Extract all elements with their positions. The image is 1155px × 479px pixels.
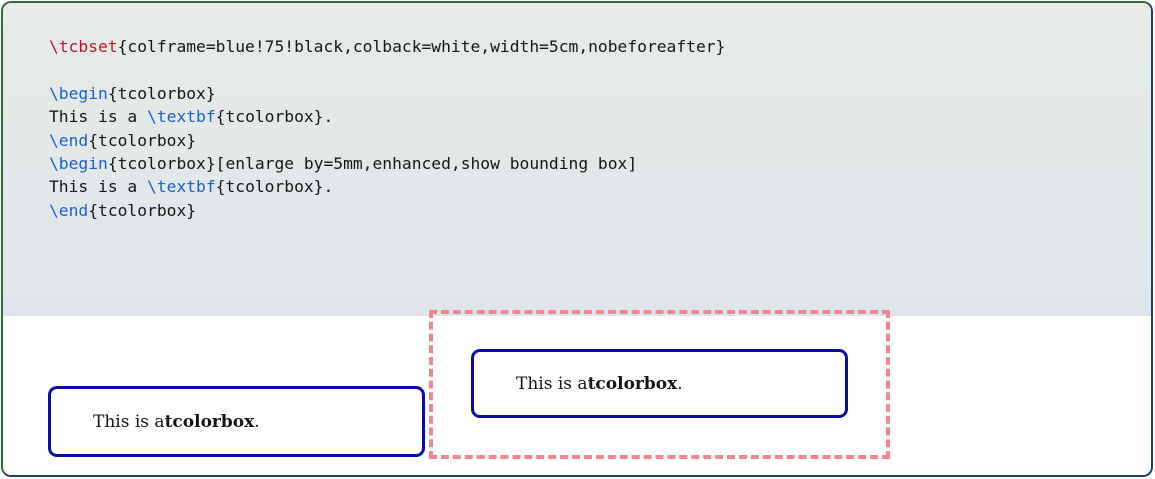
- code-listing-panel: \tcbset{colframe=blue!75!black,colback=w…: [3, 3, 1151, 316]
- latex-code-listing: \tcbset{colframe=blue!75!black,colback=w…: [49, 35, 725, 222]
- code-line: This is a \textbf{tcolorbox}.: [49, 105, 725, 128]
- code-line: This is a \textbf{tcolorbox}.: [49, 175, 725, 198]
- code-text: {tcolorbox}: [107, 83, 216, 103]
- code-text: {colframe=blue!75!black,colback=white,wi…: [117, 37, 726, 56]
- code-line: \begin{tcolorbox}[enlarge by=5mm,enhance…: [49, 152, 725, 175]
- code-keyword: \textbf: [147, 107, 216, 127]
- code-keyword: \begin: [49, 153, 108, 173]
- code-keyword: \tcbset: [49, 37, 118, 56]
- code-line: \end{tcolorbox}: [49, 199, 725, 222]
- code-text: {tcolorbox}[enlarge by=5mm,enhanced,show…: [107, 153, 638, 173]
- code-text: {tcolorbox}: [88, 200, 197, 220]
- code-keyword: \end: [49, 200, 89, 220]
- box2-prefix: This is a: [516, 373, 588, 394]
- code-line: \tcbset{colframe=blue!75!black,colback=w…: [49, 35, 725, 58]
- code-text: {tcolorbox}.: [215, 107, 334, 127]
- tcolorbox-enlarged: This is a tcolorbox.: [471, 349, 848, 418]
- tcolorbox-enlarged-text: This is a tcolorbox.: [516, 352, 683, 415]
- code-text: {tcolorbox}: [88, 130, 197, 150]
- code-text: This is a: [49, 107, 148, 127]
- tcolorbox-plain-text: This is a tcolorbox.: [93, 389, 260, 454]
- code-keyword: \end: [49, 130, 89, 150]
- box1-suffix: .: [254, 411, 260, 432]
- code-line: \end{tcolorbox}: [49, 129, 725, 152]
- box2-bold: tcolorbox: [587, 373, 678, 394]
- code-text: This is a: [49, 177, 148, 197]
- box2-suffix: .: [677, 373, 683, 394]
- code-line: \begin{tcolorbox}: [49, 82, 725, 105]
- code-keyword: \textbf: [147, 177, 216, 197]
- code-keyword: \begin: [49, 83, 108, 103]
- code-text: {tcolorbox}.: [215, 177, 334, 197]
- box1-prefix: This is a: [93, 411, 165, 432]
- tcolorbox-plain: This is a tcolorbox.: [48, 386, 425, 457]
- box1-bold: tcolorbox: [164, 411, 255, 432]
